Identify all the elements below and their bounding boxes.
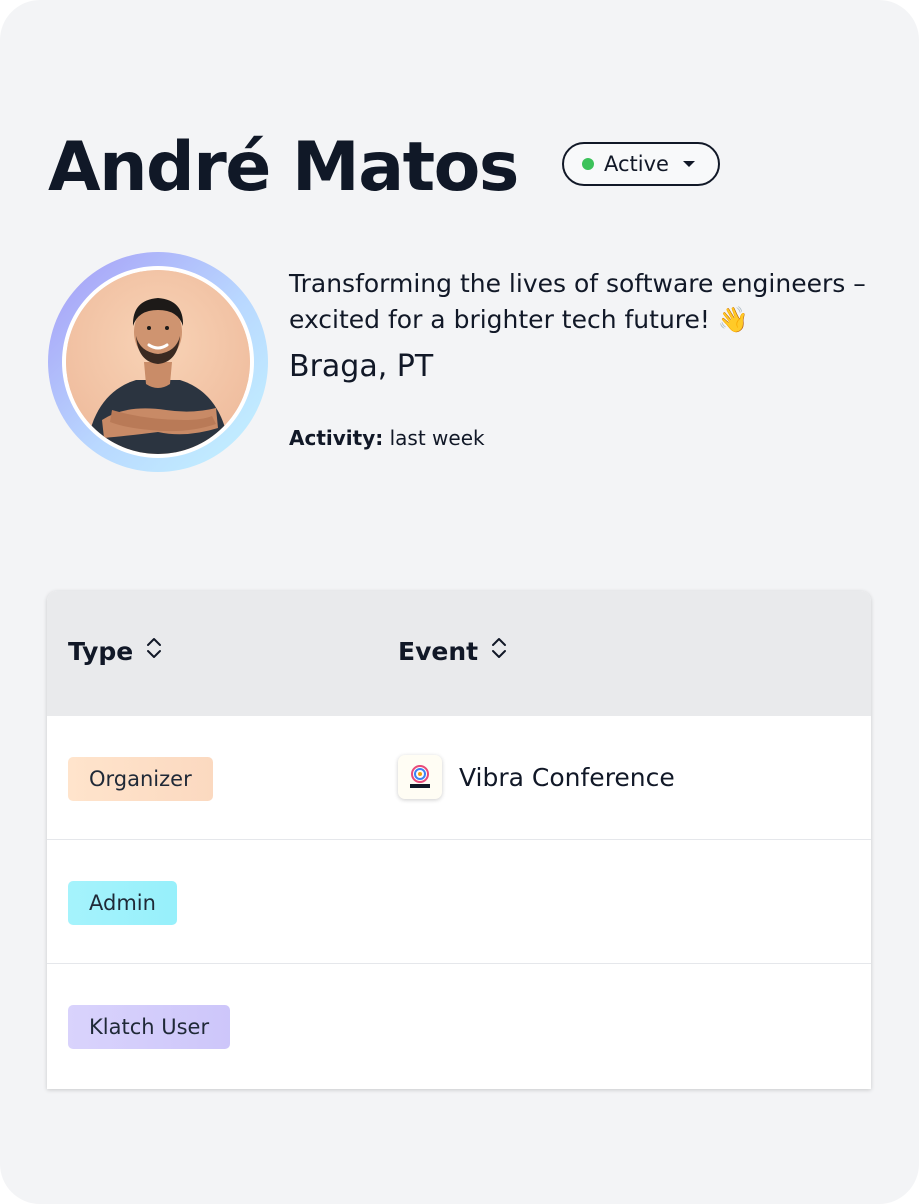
vibra-logo-icon [398,755,442,799]
profile-bio: Transforming the lives of software engin… [289,269,866,334]
column-header-event-label: Event [398,636,479,666]
profile-card: André Matos Active Transforming the live… [0,0,919,1204]
type-badge-organizer: Organizer [68,757,213,801]
caret-down-icon [682,161,695,167]
column-header-event[interactable]: Event [398,635,508,667]
sort-icon [145,635,163,667]
person-illustration [66,270,250,454]
type-badge-admin: Admin [68,881,177,925]
avatar [48,252,268,472]
activity-value: last week [389,426,485,450]
table-row: Organizer Vibra Conference [47,716,871,840]
roles-table: Type Event Organizer Vibra Conference Ad… [47,591,871,1089]
column-header-type[interactable]: Type [68,635,163,667]
table-row: Klatch User [47,964,871,1088]
avatar-photo [66,270,250,454]
profile-location: Braga, PT [289,349,434,384]
event-name: Vibra Conference [459,762,675,792]
status-dot-icon [582,158,594,170]
avatar-frame [62,266,254,458]
profile-activity: Activity: last week [289,424,485,452]
event-link[interactable]: Vibra Conference [398,755,675,799]
status-dropdown[interactable]: Active [562,142,720,186]
table-header: Type Event [47,591,871,716]
column-header-type-label: Type [68,636,134,666]
profile-name: André Matos [48,128,519,207]
status-label: Active [604,152,669,176]
table-row: Admin [47,840,871,964]
type-badge-klatch-user: Klatch User [68,1005,231,1049]
activity-label: Activity: [289,426,384,450]
sort-icon [490,635,508,667]
